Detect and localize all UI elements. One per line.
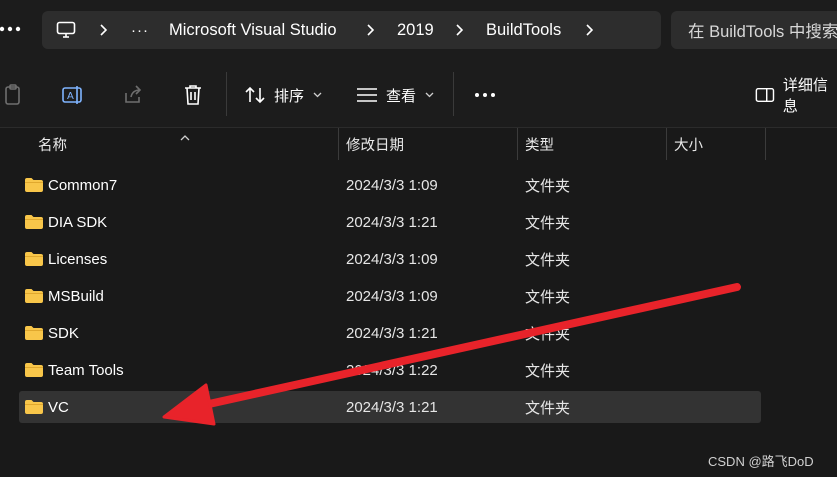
file-name: MSBuild — [48, 287, 104, 305]
sort-button[interactable]: 排序 — [244, 80, 322, 110]
list-item[interactable]: Common7 2024/3/3 1:09 文件夹 — [19, 169, 761, 201]
delete-icon[interactable] — [180, 82, 206, 108]
details-pane-icon — [755, 87, 775, 103]
file-name: SDK — [48, 324, 79, 342]
file-name: VC — [48, 398, 69, 416]
see-more-icon[interactable] — [471, 82, 499, 108]
breadcrumb-item-microsoft-visual-studio[interactable]: Microsoft Visual Studio — [169, 11, 337, 49]
list-item[interactable]: DIA SDK 2024/3/3 1:21 文件夹 — [19, 206, 761, 238]
column-size[interactable]: 大小 — [674, 128, 703, 160]
folder-icon — [24, 288, 44, 309]
file-name: Licenses — [48, 250, 108, 268]
watermark: CSDN @路飞DoD — [708, 454, 814, 469]
address-bar-row: ··· Microsoft Visual Studio 2019 BuildTo… — [0, 0, 837, 60]
file-date: 2024/3/3 1:09 — [346, 287, 438, 305]
column-header: 名称 修改日期 类型 大小 — [0, 128, 837, 160]
file-name: Team Tools — [48, 361, 124, 379]
column-divider[interactable] — [666, 128, 667, 160]
file-type: 文件夹 — [525, 399, 571, 417]
folder-icon — [24, 251, 44, 272]
list-item-selected[interactable]: VC 2024/3/3 1:21 文件夹 — [19, 391, 761, 423]
list-item[interactable]: Team Tools 2024/3/3 1:22 文件夹 — [19, 354, 761, 386]
file-type: 文件夹 — [525, 214, 571, 232]
search-input[interactable]: 在 BuildTools 中搜索 — [671, 11, 837, 49]
file-type: 文件夹 — [525, 251, 571, 269]
folder-icon — [24, 325, 44, 346]
file-type: 文件夹 — [525, 177, 571, 195]
view-button[interactable]: 查看 — [356, 80, 434, 110]
breadcrumb-overflow[interactable]: ··· — [131, 11, 149, 49]
view-label: 查看 — [386, 87, 417, 105]
view-icon — [357, 88, 377, 102]
toolbar-divider — [453, 72, 454, 116]
chevron-right-icon[interactable] — [365, 11, 375, 49]
file-date: 2024/3/3 1:21 — [346, 213, 438, 231]
more-nav-icon[interactable] — [0, 14, 22, 44]
breadcrumb-item-2019[interactable]: 2019 — [397, 11, 434, 49]
column-divider[interactable] — [517, 128, 518, 160]
file-type: 文件夹 — [525, 362, 571, 380]
column-type[interactable]: 类型 — [525, 128, 554, 160]
folder-icon — [24, 399, 44, 420]
list-item[interactable]: SDK 2024/3/3 1:21 文件夹 — [19, 317, 761, 349]
file-date: 2024/3/3 1:21 — [346, 398, 438, 416]
this-pc-icon[interactable] — [56, 11, 76, 49]
chevron-down-icon — [425, 90, 434, 101]
column-divider[interactable] — [338, 128, 339, 160]
breadcrumb-item-buildtools[interactable]: BuildTools — [486, 11, 561, 49]
file-type: 文件夹 — [525, 325, 571, 343]
file-date: 2024/3/3 1:22 — [346, 361, 438, 379]
folder-icon — [24, 177, 44, 198]
file-name: Common7 — [48, 176, 118, 194]
rename-icon[interactable]: A — [60, 82, 86, 108]
file-date: 2024/3/3 1:09 — [346, 250, 438, 268]
share-icon[interactable] — [120, 82, 146, 108]
details-pane-button[interactable]: 详细信息 — [755, 77, 837, 115]
breadcrumb[interactable]: ··· Microsoft Visual Studio 2019 BuildTo… — [42, 11, 661, 49]
column-divider[interactable] — [765, 128, 766, 160]
toolbar-divider — [226, 72, 227, 116]
list-item[interactable]: Licenses 2024/3/3 1:09 文件夹 — [19, 243, 761, 275]
paste-icon[interactable] — [0, 82, 26, 108]
chevron-right-icon[interactable] — [584, 11, 594, 49]
sort-label: 排序 — [274, 87, 305, 105]
folder-icon — [24, 362, 44, 383]
details-label: 详细信息 — [782, 77, 828, 115]
chevron-down-icon — [313, 90, 322, 101]
sort-icon — [245, 86, 265, 104]
column-date-modified[interactable]: 修改日期 — [346, 128, 404, 160]
svg-text:A: A — [67, 91, 74, 102]
list-item[interactable]: MSBuild 2024/3/3 1:09 文件夹 — [19, 280, 761, 312]
folder-icon — [24, 214, 44, 235]
file-date: 2024/3/3 1:09 — [346, 176, 438, 194]
file-name: DIA SDK — [48, 213, 108, 231]
file-type: 文件夹 — [525, 288, 571, 306]
chevron-right-icon[interactable] — [98, 11, 108, 49]
command-bar: A 排序 查看 详细信息 — [0, 60, 837, 128]
sort-ascending-icon — [180, 128, 190, 146]
column-name[interactable]: 名称 — [38, 128, 67, 160]
file-date: 2024/3/3 1:21 — [346, 324, 438, 342]
chevron-right-icon[interactable] — [454, 11, 464, 49]
